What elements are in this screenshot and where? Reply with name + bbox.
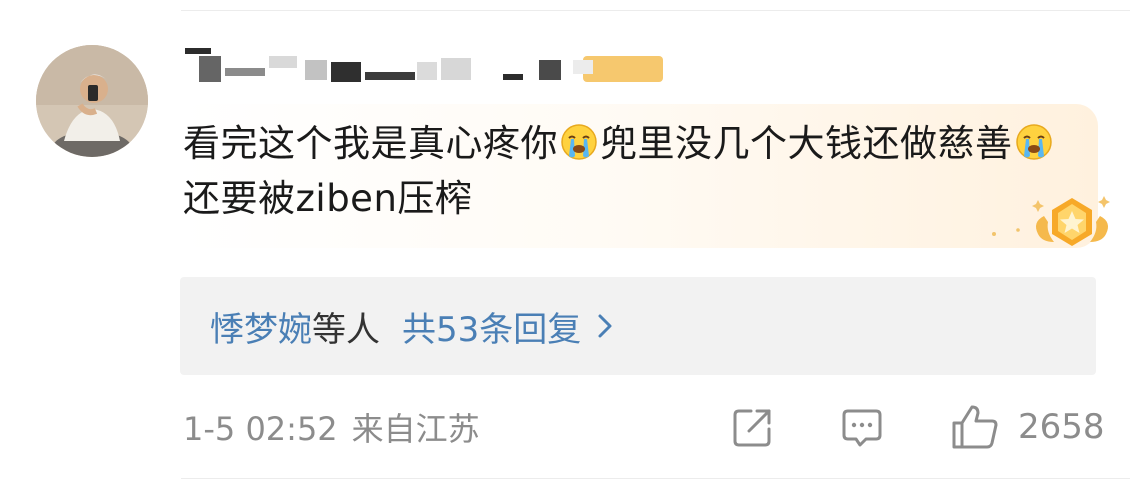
- replies-preview[interactable]: 悸梦婉 等人 共53条回复: [180, 277, 1096, 375]
- top-divider: [181, 10, 1130, 11]
- bottom-divider: [181, 478, 1130, 479]
- crying-face-emoji-icon: [1014, 122, 1054, 162]
- reply-count-link[interactable]: 共53条回复: [402, 302, 581, 351]
- comment-text-part1: 看完这个我是真心疼你: [183, 122, 558, 165]
- crying-face-emoji-icon: [559, 122, 599, 162]
- share-icon: [733, 409, 771, 447]
- chevron-right-icon: [595, 311, 617, 341]
- comment-meta: 1-5 02:52 来自江苏: [183, 404, 480, 450]
- comment-text-part3: 还要被ziben压榨: [183, 177, 473, 220]
- like-button[interactable]: 2658: [950, 403, 1105, 451]
- username-blur: [185, 48, 663, 82]
- reply-others-label: 等人: [312, 309, 380, 350]
- comment-text: 看完这个我是真心疼你 兜里没几个大钱还做慈善 还要被ziben压榨: [183, 116, 1083, 226]
- comment-time: 1-5 02:52: [183, 410, 338, 448]
- comment-text-part2: 兜里没几个大钱还做慈善: [600, 122, 1013, 165]
- thumbs-up-icon: [952, 405, 998, 449]
- comment-button[interactable]: [840, 403, 884, 451]
- fan-badge-icon: [988, 192, 1116, 254]
- avatar[interactable]: [36, 45, 148, 157]
- username[interactable]: [185, 46, 675, 84]
- reply-username[interactable]: 悸梦婉: [210, 302, 312, 351]
- share-button[interactable]: [731, 403, 775, 451]
- comment-icon: [842, 409, 882, 447]
- comment-location: 来自江苏: [351, 410, 480, 448]
- like-count: 2658: [1018, 407, 1105, 447]
